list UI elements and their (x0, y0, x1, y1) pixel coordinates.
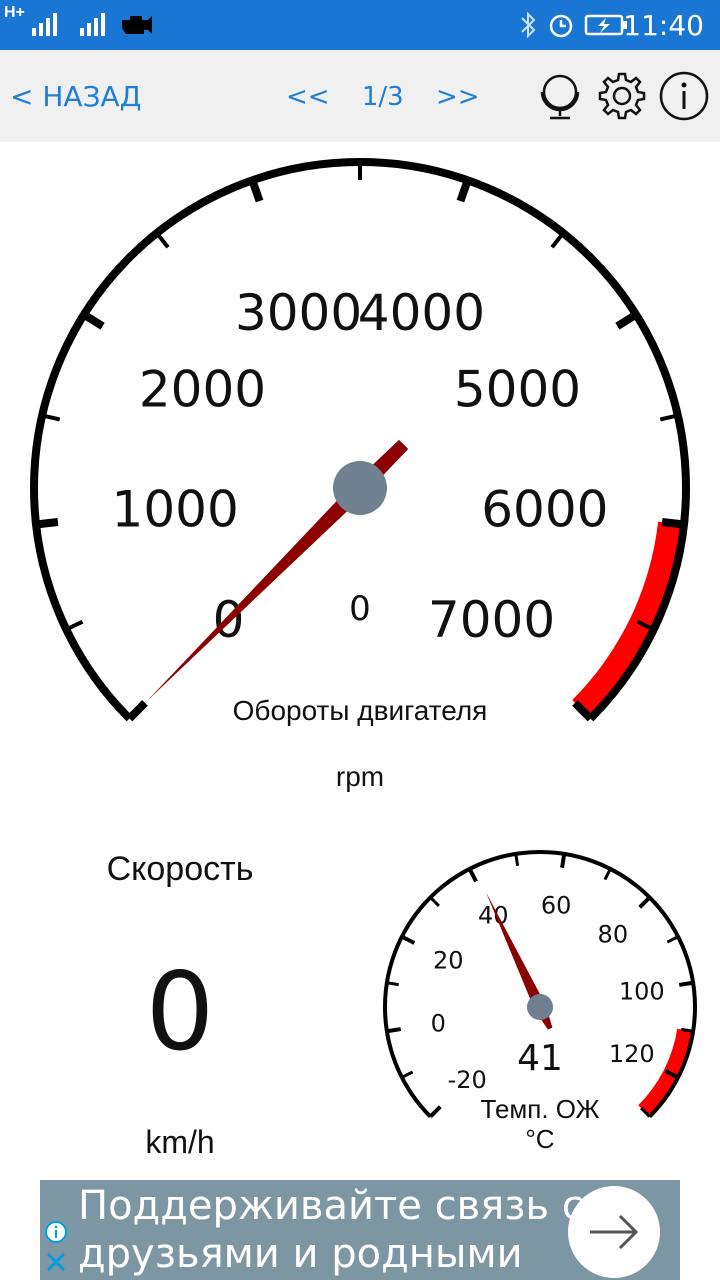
temp-tick (428, 1105, 442, 1119)
ad-banner[interactable]: Поддерживайте связь с друзьями и родными (40, 1180, 680, 1280)
clock: 11:40 (623, 9, 704, 42)
bluetooth-icon (521, 11, 536, 39)
globe-icon[interactable] (534, 70, 586, 122)
rpm-tick-label: 4000 (358, 284, 485, 342)
rpm-tick-label: 6000 (481, 480, 608, 538)
temp-tick (638, 895, 652, 909)
temp-tick-label: 120 (609, 1040, 655, 1068)
temp-title: Темп. ОЖ (481, 1094, 600, 1124)
rpm-tick (615, 311, 639, 330)
rpm-needle-hub (333, 461, 387, 515)
speed-label: Скорость (106, 850, 254, 888)
network-type: H+ (4, 4, 25, 21)
ad-arrow-button[interactable] (568, 1186, 660, 1278)
pager: << 1/3 >> (286, 82, 480, 112)
arrow-right-icon (590, 1214, 639, 1250)
temp-tick (386, 981, 399, 987)
rpm-tick (550, 231, 565, 249)
rpm-tick-label: 7000 (428, 591, 555, 649)
temp-tick (400, 934, 416, 945)
temp-digital-value: 41 (517, 1038, 563, 1079)
temp-tick-label: -20 (448, 1066, 487, 1094)
alarm-icon (549, 14, 573, 38)
rpm-dial-arc (30, 158, 690, 722)
next-page-button[interactable]: >> (436, 82, 480, 112)
temp-tick (401, 1070, 414, 1079)
temp-tick (678, 980, 694, 987)
temp-tick-label: 0 (431, 1010, 446, 1038)
temp-tick (560, 853, 567, 869)
temp-tick-label: 100 (619, 977, 665, 1005)
page-indicator: 1/3 (361, 82, 404, 112)
ad-info-icon[interactable] (44, 1220, 68, 1244)
rpm-tick-label: 3000 (235, 284, 362, 342)
signal-icon (32, 13, 57, 36)
speed-unit: km/h (145, 1124, 215, 1160)
rpm-tick (456, 178, 472, 203)
back-button[interactable]: < НАЗАД (10, 80, 142, 113)
temp-tick (666, 935, 679, 944)
signal-icon-sim2 (80, 13, 105, 36)
temp-tick (603, 868, 612, 881)
rpm-tick (126, 700, 148, 722)
engine-check-icon (122, 16, 152, 34)
temp-unit: °C (525, 1124, 554, 1154)
ad-close-icon[interactable] (44, 1250, 68, 1274)
temp-tick (467, 867, 478, 883)
rpm-ticks (35, 162, 685, 722)
temp-tick (514, 853, 520, 866)
rpm-tick (155, 231, 170, 249)
rpm-gauge: 01000200030004000500060007000 0 Обороты … (30, 158, 690, 792)
prev-page-button[interactable]: << (286, 82, 330, 112)
rpm-tick (81, 311, 105, 330)
rpm-title: Обороты двигателя (233, 695, 488, 726)
temp-tick-label: 40 (478, 902, 509, 930)
rpm-tick (248, 178, 264, 203)
rpm-tick-label: 5000 (454, 361, 581, 419)
temp-gauge: -200 20 40 60 80 100 120 41 Темп. ОЖ °C (383, 850, 697, 1154)
ad-text: Поддерживайте связь с друзьями и родными (78, 1183, 584, 1277)
rpm-tick (661, 518, 685, 529)
speed-value: 0 (145, 950, 215, 1075)
toolbar: < НАЗАД << 1/3 >> (0, 50, 720, 142)
rpm-redline (572, 521, 684, 719)
temp-tick-label: 80 (598, 921, 629, 949)
rpm-digital-value: 0 (349, 589, 371, 629)
temp-needle-hub (527, 994, 553, 1020)
temp-tick-label: 60 (541, 892, 572, 920)
temp-tick (386, 1027, 402, 1034)
temp-tick (681, 1027, 694, 1033)
temp-tick-label: 20 (433, 947, 464, 975)
rpm-tick-label: 1000 (112, 480, 239, 538)
info-icon[interactable] (658, 70, 710, 122)
temp-tick (429, 896, 440, 907)
status-bar: H+ 11:40 (0, 0, 720, 50)
gear-icon[interactable] (596, 70, 648, 122)
rpm-tick (35, 518, 59, 529)
rpm-tick-label: 2000 (139, 361, 266, 419)
rpm-unit: rpm (336, 761, 384, 792)
